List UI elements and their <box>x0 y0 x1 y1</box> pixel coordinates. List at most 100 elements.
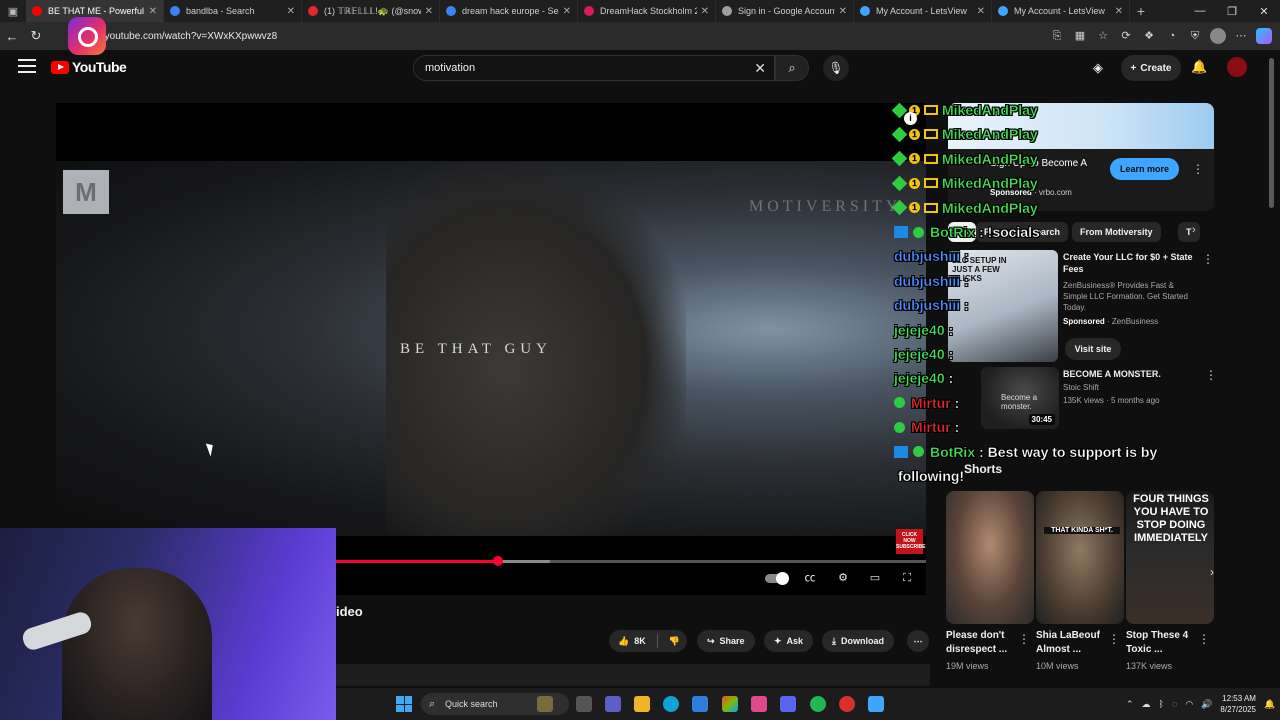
bluetooth-icon[interactable]: ᛒ <box>1159 699 1164 709</box>
browser-tab[interactable]: dream hack europe - Searc✕ <box>440 0 578 22</box>
ask-button[interactable]: ✦ Ask <box>764 630 814 652</box>
close-tab-icon[interactable]: ✕ <box>977 6 985 17</box>
more-actions-button[interactable]: ⋯ <box>907 630 929 652</box>
reload-icon[interactable]: ↻ <box>24 28 48 44</box>
clear-search-icon[interactable]: ✕ <box>754 60 766 77</box>
shorts-next-icon[interactable]: › <box>1203 563 1221 581</box>
short-thumbnail[interactable]: FOUR THINGS YOU HAVE TO STOP DOING IMMED… <box>1126 491 1214 624</box>
short-more-icon[interactable]: ⋮ <box>1198 632 1210 646</box>
copilot-icon[interactable] <box>1256 28 1272 44</box>
voice-search-icon[interactable]: 🎙 <box>823 55 849 81</box>
volume-icon[interactable]: 🔊 <box>1201 699 1212 710</box>
page-scrollbar[interactable] <box>1269 54 1275 684</box>
short-thumbnail[interactable]: THAT KINDA SH*T. <box>1036 491 1124 624</box>
close-tab-icon[interactable]: ✕ <box>563 6 571 17</box>
browser-tab-strip: ▣ BE THAT ME - Powerful Mo✕bandlba - Sea… <box>0 0 1280 22</box>
youtube-logo[interactable]: YouTube <box>51 59 127 75</box>
browser-tab[interactable]: My Account - LetsView ✕ <box>854 0 992 22</box>
cast-icon[interactable]: ◈ <box>1093 60 1103 76</box>
short-title[interactable]: Shia LaBeouf Almost ... <box>1036 629 1112 657</box>
favorite-star-icon[interactable]: ☆ <box>1095 28 1111 44</box>
dislike-button[interactable]: 👎 <box>669 636 680 647</box>
info-icon[interactable]: i <box>904 112 917 125</box>
letsview-icon[interactable] <box>868 696 884 712</box>
restore-icon[interactable]: ❐ <box>1216 5 1248 18</box>
browser-tab[interactable]: DreamHack Stockholm 202✕ <box>578 0 716 22</box>
chat-message: jejeje40: <box>894 319 954 341</box>
close-tab-icon[interactable]: ✕ <box>1115 6 1123 17</box>
edge-icon[interactable] <box>663 696 679 712</box>
notifications-bell-icon[interactable]: 🔔 <box>1191 59 1207 75</box>
subscribe-overlay-badge[interactable]: CLICK NOW SUBSCRIBE <box>896 529 925 554</box>
start-icon[interactable] <box>396 696 412 712</box>
search-input[interactable]: motivation ✕ <box>413 55 775 81</box>
apps-icon[interactable]: ▦ <box>1072 28 1088 44</box>
browser-tab[interactable]: My Account - LetsView ✕ <box>992 0 1130 22</box>
store-icon[interactable] <box>692 696 708 712</box>
task-view-icon[interactable] <box>576 696 592 712</box>
close-window-icon[interactable]: ✕ <box>1248 5 1280 18</box>
browser-tab[interactable]: (1) 𝕋ℝ𝔼𝕃𝕃𝕃!🐢 (@snowbe✕ <box>302 0 440 22</box>
hamburger-menu-icon[interactable] <box>18 59 36 73</box>
sparkle-icon: ✦ <box>774 635 782 646</box>
download-button[interactable]: ⤓ Download <box>822 630 894 652</box>
short-more-icon[interactable]: ⋮ <box>1108 632 1120 646</box>
chrome-icon[interactable] <box>839 696 855 712</box>
fullscreen-icon[interactable]: ⛶ <box>898 571 916 585</box>
box-badge-icon <box>924 105 938 115</box>
close-tab-icon[interactable]: ✕ <box>287 6 295 17</box>
clock[interactable]: 12:53 AM 8/27/2025 <box>1220 693 1256 715</box>
avatar[interactable] <box>1227 57 1247 77</box>
chat-message: 1 MikedAndPlay <box>891 123 1042 145</box>
chat-message: BotRix: Best way to support is by <box>894 441 1157 463</box>
progress-scrubber[interactable] <box>493 556 503 566</box>
profile-icon[interactable] <box>1210 28 1226 44</box>
wifi-icon[interactable]: ◠ <box>1185 699 1193 710</box>
spotify-icon[interactable] <box>810 696 826 712</box>
short-more-icon[interactable]: ⋮ <box>1018 632 1030 646</box>
widgets-icon[interactable] <box>537 696 553 712</box>
file-explorer-icon[interactable] <box>634 696 650 712</box>
close-tab-icon[interactable]: ✕ <box>425 6 433 17</box>
theater-mode-icon[interactable]: ▭ <box>866 571 884 585</box>
progress-played <box>336 560 498 563</box>
history-icon[interactable]: ◔ <box>1164 28 1180 44</box>
chat-username: jejeje40 <box>894 370 945 387</box>
more-options-icon[interactable]: ⋯ <box>1233 28 1249 44</box>
collections-icon[interactable]: ❖ <box>1141 28 1157 44</box>
back-icon[interactable]: ← <box>0 29 24 44</box>
shield-icon[interactable]: ⛨ <box>1187 28 1203 44</box>
create-button[interactable]: + Create <box>1121 55 1181 81</box>
network-icon[interactable]: ◌ <box>1172 699 1177 709</box>
browser-tab[interactable]: bandlba - Search ✕ <box>164 0 302 22</box>
close-tab-icon[interactable]: ✕ <box>839 6 847 17</box>
chat-text: : <box>948 346 954 362</box>
teams-icon[interactable] <box>605 696 621 712</box>
window-menu-icon[interactable]: ▣ <box>0 0 26 22</box>
autoplay-toggle[interactable] <box>765 572 789 585</box>
new-tab-button[interactable]: + <box>1130 3 1152 19</box>
captions-icon[interactable]: ㏄ <box>801 571 819 585</box>
short-thumbnail[interactable] <box>946 491 1034 624</box>
short-title[interactable]: Please don't disrespect ... <box>946 629 1022 657</box>
translate-icon[interactable]: ⎘ <box>1049 28 1065 44</box>
copilot-app-icon[interactable] <box>722 696 738 712</box>
chevron-up-icon[interactable]: ⌃ <box>1126 699 1134 710</box>
notifications-icon[interactable]: 🔔 <box>1264 699 1275 710</box>
share-button[interactable]: ↪ Share <box>697 630 755 652</box>
close-tab-icon[interactable]: ✕ <box>701 6 709 17</box>
app-icon[interactable] <box>751 696 767 712</box>
url-field[interactable]: ww.youtube.com/watch?v=XWxKXpwwvz8 <box>88 31 277 42</box>
settings-gear-icon[interactable]: ⚙ <box>834 571 852 585</box>
refresh-page-icon[interactable]: ⟳ <box>1118 28 1134 44</box>
minimize-icon[interactable]: — <box>1184 5 1216 18</box>
like-button[interactable]: 👍 8K <box>609 636 646 647</box>
short-title[interactable]: Stop These 4 Toxic ... <box>1126 629 1202 657</box>
browser-tab[interactable]: Sign in - Google Accounts ✕ <box>716 0 854 22</box>
coin-badge-icon: 1 <box>909 128 920 140</box>
discord-icon[interactable] <box>780 696 796 712</box>
weather-icon[interactable]: ☁ <box>1142 699 1151 710</box>
description-box[interactable] <box>336 664 930 686</box>
close-tab-icon[interactable]: ✕ <box>149 6 157 17</box>
search-button[interactable]: ⌕ <box>775 55 809 81</box>
